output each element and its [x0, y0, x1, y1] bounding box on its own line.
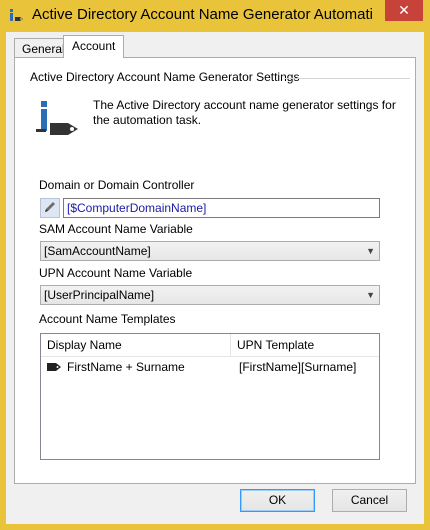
app-icon	[10, 9, 23, 21]
pencil-icon	[45, 202, 55, 212]
templates-list[interactable]: Display Name UPN Template FirstName + Su…	[40, 333, 380, 460]
sam-label: SAM Account Name Variable	[39, 222, 193, 236]
title-bar[interactable]: Active Directory Account Name Generator …	[0, 0, 430, 32]
templates-label: Account Name Templates	[39, 312, 176, 326]
templates-list-header: Display Name UPN Template	[41, 334, 379, 357]
upn-label: UPN Account Name Variable	[39, 266, 193, 280]
upn-template-cell: [FirstName][Surname]	[239, 360, 357, 374]
chevron-down-icon: ▼	[366, 290, 375, 300]
edit-domain-button[interactable]	[40, 198, 60, 218]
description-text: The Active Directory account name genera…	[93, 98, 396, 127]
ok-button[interactable]: OK	[240, 489, 315, 512]
display-name-cell: FirstName + Surname	[67, 360, 185, 374]
column-header-upn-template[interactable]: UPN Template	[231, 334, 379, 356]
upn-variable-value: [UserPrincipalName]	[44, 288, 155, 302]
close-button[interactable]: ✕	[385, 0, 423, 21]
tab-account[interactable]: Account	[63, 35, 125, 58]
upn-variable-dropdown[interactable]: [UserPrincipalName] ▼	[40, 285, 380, 305]
account-tab-panel: Active Directory Account Name Generator …	[14, 57, 416, 484]
domain-field[interactable]: [$ComputerDomainName]	[63, 198, 380, 218]
cancel-button[interactable]: Cancel	[332, 489, 407, 512]
table-row[interactable]: FirstName + Surname [FirstName][Surname]	[41, 357, 379, 377]
domain-label: Domain or Domain Controller	[39, 178, 195, 192]
sam-variable-value: [SamAccountName]	[44, 244, 151, 258]
sam-variable-dropdown[interactable]: [SamAccountName] ▼	[40, 241, 380, 261]
client-area: General Account Active Directory Account…	[6, 32, 424, 524]
chevron-down-icon: ▼	[366, 246, 375, 256]
account-name-generator-icon	[36, 101, 78, 135]
group-title: Active Directory Account Name Generator …	[30, 70, 300, 84]
window-title: Active Directory Account Name Generator …	[32, 6, 372, 23]
tag-icon	[47, 363, 61, 371]
group-divider	[285, 78, 410, 79]
dialog-window: Active Directory Account Name Generator …	[0, 0, 430, 530]
column-header-display-name[interactable]: Display Name	[41, 334, 231, 356]
